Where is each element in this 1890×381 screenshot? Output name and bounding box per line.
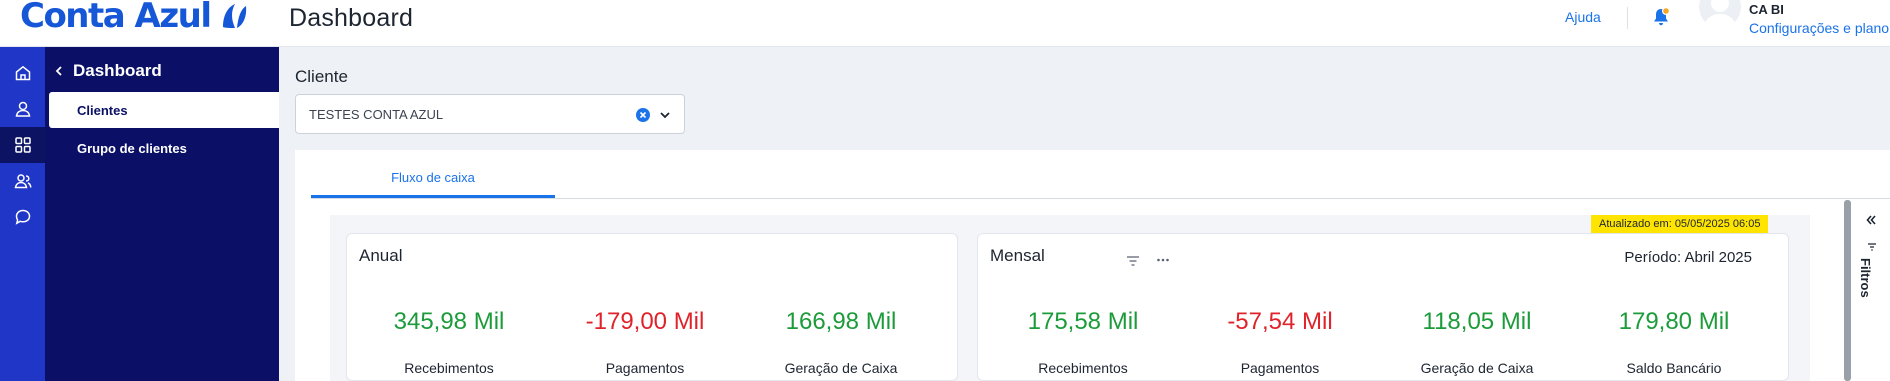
rail-chat-button[interactable] bbox=[0, 199, 45, 235]
metric-value: 175,58 Mil bbox=[1027, 308, 1139, 335]
sidebar-item-grupo-de-clientes[interactable]: Grupo de clientes bbox=[49, 130, 279, 166]
sidebar-item-label: Grupo de clientes bbox=[77, 140, 187, 156]
metric-label: Geração de Caixa bbox=[784, 360, 898, 376]
help-link[interactable]: Ajuda bbox=[1565, 9, 1601, 25]
metric-value: -57,54 Mil bbox=[1227, 308, 1333, 335]
home-icon bbox=[15, 65, 30, 81]
metric-value: 118,05 Mil bbox=[1422, 308, 1532, 335]
card-anual: Anual 345,98 Mil Recebimentos -179,00 Mi… bbox=[346, 233, 958, 381]
logo-mark-icon bbox=[222, 4, 246, 28]
sidebar-back-button[interactable]: Dashboard bbox=[53, 61, 162, 81]
logo[interactable]: Conta Azul bbox=[20, 0, 249, 38]
updated-badge: Atualizado em: 05/05/2025 06:05 bbox=[1591, 215, 1769, 234]
logo-text: Conta Azul bbox=[20, 0, 212, 36]
metric-saldo-bancario: 179,80 Mil Saldo Bancário bbox=[1594, 308, 1754, 376]
sidebar-item-clientes[interactable]: Clientes bbox=[49, 92, 279, 128]
filters-label: Filtros bbox=[1858, 258, 1873, 298]
user-icon bbox=[15, 101, 30, 117]
close-icon bbox=[639, 111, 647, 119]
rail-contacts-button[interactable] bbox=[0, 163, 45, 199]
metric-label: Pagamentos bbox=[605, 360, 685, 376]
avatar-placeholder-icon bbox=[1704, 0, 1736, 28]
chat-icon bbox=[15, 209, 30, 225]
tab-divider bbox=[311, 198, 1890, 199]
notification-bell-icon[interactable] bbox=[1651, 7, 1671, 27]
client-select-value: TESTES CONTA AZUL bbox=[309, 107, 444, 122]
metric-label: Saldo Bancário bbox=[1626, 360, 1722, 376]
metric-label: Pagamentos bbox=[1240, 360, 1320, 376]
metric-pagamentos: -179,00 Mil Pagamentos bbox=[565, 308, 725, 376]
rail-user-button[interactable] bbox=[0, 91, 45, 127]
metric-value: 345,98 Mil bbox=[393, 308, 505, 335]
divider bbox=[1627, 7, 1628, 29]
period-label: Período: Abril 2025 bbox=[1624, 249, 1752, 266]
sidebar-title: Dashboard bbox=[73, 61, 162, 80]
card-title: Mensal bbox=[990, 246, 1045, 265]
avatar[interactable] bbox=[1699, 0, 1741, 28]
page-title: Dashboard bbox=[289, 4, 414, 32]
card-title: Anual bbox=[359, 246, 403, 265]
dashboard-panel: Fluxo de caixa Atualizado em: 05/05/2025… bbox=[295, 150, 1890, 381]
rail-home-button[interactable] bbox=[0, 55, 45, 91]
metric-label: Geração de Caixa bbox=[1420, 360, 1534, 376]
double-chevron-left-icon[interactable] bbox=[1865, 214, 1877, 226]
top-bar: Conta Azul Dashboard Ajuda CA BI Configu… bbox=[0, 0, 1890, 47]
metric-geracao-de-caixa: 166,98 Mil Geração de Caixa bbox=[761, 308, 921, 376]
settings-plan-link[interactable]: Configurações e plano bbox=[1749, 20, 1889, 36]
filter-icon bbox=[1868, 243, 1876, 251]
card-mensal: Mensal Período: Abril 2025 175,58 Mil Re… bbox=[977, 233, 1789, 381]
user-name: CA BI bbox=[1749, 2, 1784, 17]
metric-label: Recebimentos bbox=[404, 360, 494, 376]
client-select[interactable]: TESTES CONTA AZUL bbox=[295, 94, 685, 134]
metric-recebimentos: 345,98 Mil Recebimentos bbox=[369, 308, 529, 376]
vertical-scrollbar[interactable] bbox=[1844, 200, 1851, 381]
client-filter-label: Cliente bbox=[295, 67, 348, 86]
metric-value: 166,98 Mil bbox=[785, 308, 897, 335]
metric-recebimentos: 175,58 Mil Recebimentos bbox=[1003, 308, 1163, 376]
metric-value: 179,80 Mil bbox=[1618, 308, 1730, 335]
metric-pagamentos: -57,54 Mil Pagamentos bbox=[1200, 308, 1360, 376]
sidebar-item-label: Clientes bbox=[77, 102, 128, 118]
sidebar: Dashboard Clientes Grupo de clientes bbox=[45, 47, 279, 381]
users-icon bbox=[14, 174, 32, 189]
tab-fluxo-de-caixa[interactable]: Fluxo de caixa bbox=[311, 170, 555, 194]
metric-label: Recebimentos bbox=[1038, 360, 1128, 376]
rail-dashboard-button[interactable] bbox=[0, 127, 45, 163]
icon-rail bbox=[0, 47, 45, 381]
filter-icon[interactable] bbox=[1126, 255, 1140, 267]
more-options-icon[interactable] bbox=[1156, 257, 1170, 263]
metric-geracao-de-caixa: 118,05 Mil Geração de Caixa bbox=[1397, 308, 1557, 376]
grid-icon bbox=[14, 137, 31, 153]
chevron-down-icon[interactable] bbox=[658, 108, 672, 122]
clear-selection-button[interactable] bbox=[636, 108, 650, 122]
chevron-left-icon bbox=[55, 66, 62, 76]
report-area: Atualizado em: 05/05/2025 06:05 Anual 34… bbox=[330, 215, 1810, 381]
metric-value: -179,00 Mil bbox=[585, 308, 705, 335]
